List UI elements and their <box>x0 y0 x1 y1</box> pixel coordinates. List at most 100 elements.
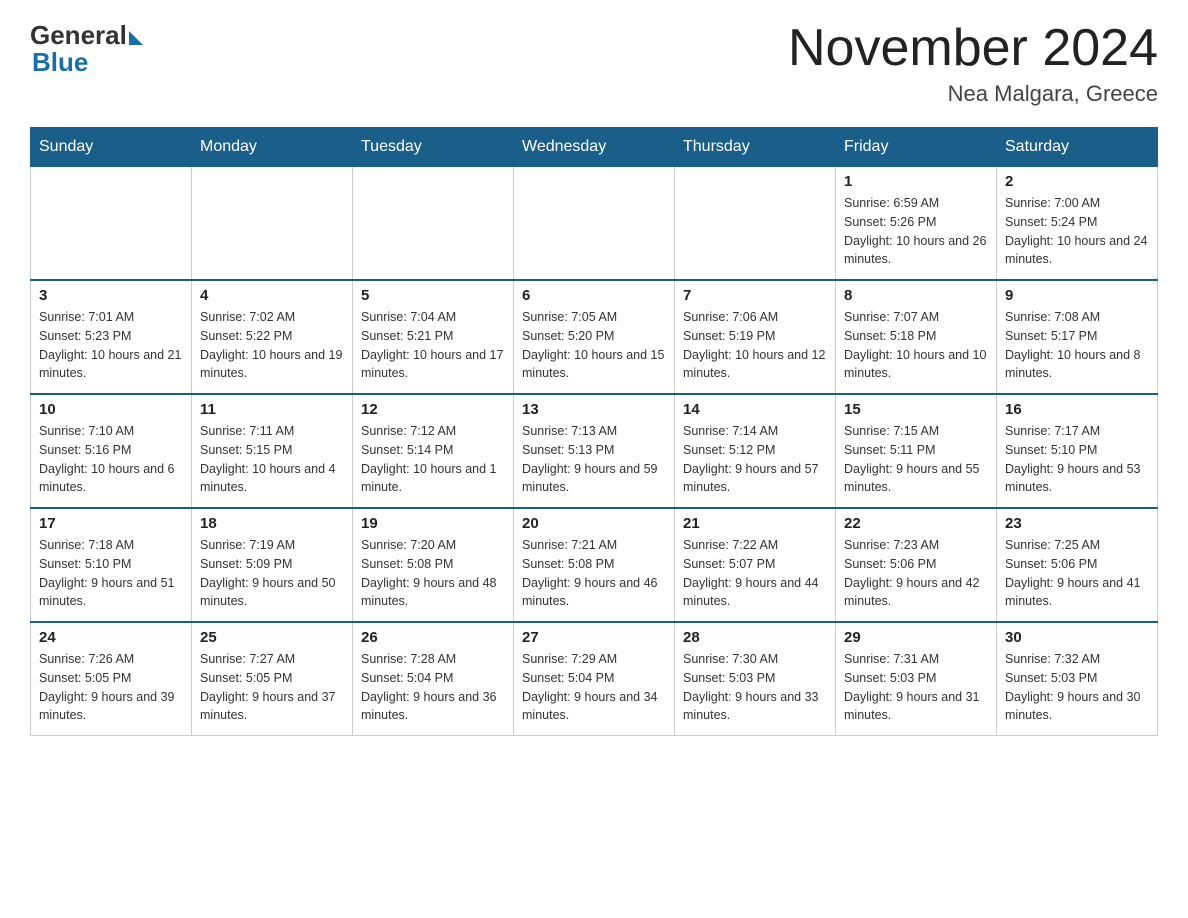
calendar-cell <box>31 167 192 281</box>
logo-arrow-icon <box>129 31 143 45</box>
day-number: 8 <box>844 287 988 304</box>
calendar-cell: 13 Sunrise: 7:13 AMSunset: 5:13 PMDayligh… <box>514 394 675 508</box>
calendar-header-row: SundayMondayTuesdayWednesdayThursdayFrid… <box>31 128 1158 167</box>
calendar-cell: 17 Sunrise: 7:18 AMSunset: 5:10 PMDayligh… <box>31 508 192 622</box>
calendar-cell <box>514 167 675 281</box>
day-info: Sunrise: 7:04 AMSunset: 5:21 PMDaylight:… <box>361 308 505 383</box>
calendar-cell: 5 Sunrise: 7:04 AMSunset: 5:21 PMDaylight… <box>353 280 514 394</box>
day-number: 7 <box>683 287 827 304</box>
day-number: 4 <box>200 287 344 304</box>
day-number: 9 <box>1005 287 1149 304</box>
day-info: Sunrise: 7:10 AMSunset: 5:16 PMDaylight:… <box>39 422 183 497</box>
day-number: 29 <box>844 629 988 646</box>
calendar-cell: 8 Sunrise: 7:07 AMSunset: 5:18 PMDaylight… <box>836 280 997 394</box>
day-info: Sunrise: 6:59 AMSunset: 5:26 PMDaylight:… <box>844 194 988 269</box>
calendar-cell: 18Sunrise: 7:19 AMSunset: 5:09 PMDayligh… <box>192 508 353 622</box>
month-title: November 2024 <box>788 20 1158 77</box>
calendar-cell: 1 Sunrise: 6:59 AMSunset: 5:26 PMDaylight… <box>836 167 997 281</box>
logo-blue-text: Blue <box>30 47 88 78</box>
day-number: 20 <box>522 515 666 532</box>
day-number: 19 <box>361 515 505 532</box>
day-number: 17 <box>39 515 183 532</box>
day-header-friday: Friday <box>836 128 997 167</box>
calendar-table: SundayMondayTuesdayWednesdayThursdayFrid… <box>30 127 1158 736</box>
calendar-cell: 30 Sunrise: 7:32 AMSunset: 5:03 PMDayligh… <box>997 622 1158 736</box>
calendar-cell: 20 Sunrise: 7:21 AMSunset: 5:08 PMDayligh… <box>514 508 675 622</box>
day-info: Sunrise: 7:28 AMSunset: 5:04 PMDaylight:… <box>361 650 505 725</box>
day-info: Sunrise: 7:12 AMSunset: 5:14 PMDaylight:… <box>361 422 505 497</box>
day-info: Sunrise: 7:13 AMSunset: 5:13 PMDaylight:… <box>522 422 666 497</box>
day-number: 14 <box>683 401 827 418</box>
calendar-cell: 24 Sunrise: 7:26 AMSunset: 5:05 PMDayligh… <box>31 622 192 736</box>
calendar-cell: 2 Sunrise: 7:00 AMSunset: 5:24 PMDaylight… <box>997 167 1158 281</box>
calendar-cell <box>353 167 514 281</box>
day-number: 3 <box>39 287 183 304</box>
day-number: 22 <box>844 515 988 532</box>
calendar-cell: 25Sunrise: 7:27 AMSunset: 5:05 PMDayligh… <box>192 622 353 736</box>
calendar-cell: 11 Sunrise: 7:11 AMSunset: 5:15 PMDayligh… <box>192 394 353 508</box>
day-info: Sunrise: 7:15 AMSunset: 5:11 PMDaylight:… <box>844 422 988 497</box>
logo: General Blue <box>30 20 143 78</box>
calendar-cell: 14 Sunrise: 7:14 AMSunset: 5:12 PMDayligh… <box>675 394 836 508</box>
day-info: Sunrise: 7:26 AMSunset: 5:05 PMDaylight:… <box>39 650 183 725</box>
calendar-cell: 21Sunrise: 7:22 AMSunset: 5:07 PMDayligh… <box>675 508 836 622</box>
day-number: 2 <box>1005 173 1149 190</box>
day-info: Sunrise: 7:00 AMSunset: 5:24 PMDaylight:… <box>1005 194 1149 269</box>
calendar-cell: 3 Sunrise: 7:01 AMSunset: 5:23 PMDaylight… <box>31 280 192 394</box>
day-info: Sunrise: 7:07 AMSunset: 5:18 PMDaylight:… <box>844 308 988 383</box>
day-info: Sunrise: 7:20 AMSunset: 5:08 PMDaylight:… <box>361 536 505 611</box>
calendar-cell: 28Sunrise: 7:30 AMSunset: 5:03 PMDayligh… <box>675 622 836 736</box>
day-info: Sunrise: 7:29 AMSunset: 5:04 PMDaylight:… <box>522 650 666 725</box>
calendar-cell: 16 Sunrise: 7:17 AMSunset: 5:10 PMDayligh… <box>997 394 1158 508</box>
day-header-tuesday: Tuesday <box>353 128 514 167</box>
calendar-cell <box>675 167 836 281</box>
calendar-cell: 29 Sunrise: 7:31 AMSunset: 5:03 PMDayligh… <box>836 622 997 736</box>
calendar-cell: 6Sunrise: 7:05 AMSunset: 5:20 PMDaylight… <box>514 280 675 394</box>
day-number: 5 <box>361 287 505 304</box>
day-number: 6 <box>522 287 666 304</box>
day-header-monday: Monday <box>192 128 353 167</box>
calendar-cell: 19 Sunrise: 7:20 AMSunset: 5:08 PMDayligh… <box>353 508 514 622</box>
day-number: 13 <box>522 401 666 418</box>
day-info: Sunrise: 7:19 AMSunset: 5:09 PMDaylight:… <box>200 536 344 611</box>
location: Nea Malgara, Greece <box>788 81 1158 107</box>
calendar-cell: 23 Sunrise: 7:25 AMSunset: 5:06 PMDayligh… <box>997 508 1158 622</box>
calendar-cell <box>192 167 353 281</box>
day-info: Sunrise: 7:21 AMSunset: 5:08 PMDaylight:… <box>522 536 666 611</box>
day-number: 30 <box>1005 629 1149 646</box>
day-info: Sunrise: 7:17 AMSunset: 5:10 PMDaylight:… <box>1005 422 1149 497</box>
day-number: 11 <box>200 401 344 418</box>
day-info: Sunrise: 7:14 AMSunset: 5:12 PMDaylight:… <box>683 422 827 497</box>
calendar-cell: 10 Sunrise: 7:10 AMSunset: 5:16 PMDayligh… <box>31 394 192 508</box>
day-info: Sunrise: 7:11 AMSunset: 5:15 PMDaylight:… <box>200 422 344 497</box>
calendar-week-3: 10 Sunrise: 7:10 AMSunset: 5:16 PMDayligh… <box>31 394 1158 508</box>
calendar-cell: 22 Sunrise: 7:23 AMSunset: 5:06 PMDayligh… <box>836 508 997 622</box>
calendar-week-5: 24 Sunrise: 7:26 AMSunset: 5:05 PMDayligh… <box>31 622 1158 736</box>
day-number: 15 <box>844 401 988 418</box>
day-number: 1 <box>844 173 988 190</box>
day-number: 27 <box>522 629 666 646</box>
calendar-cell: 4 Sunrise: 7:02 AMSunset: 5:22 PMDaylight… <box>192 280 353 394</box>
day-info: Sunrise: 7:01 AMSunset: 5:23 PMDaylight:… <box>39 308 183 383</box>
day-header-thursday: Thursday <box>675 128 836 167</box>
day-info: Sunrise: 7:23 AMSunset: 5:06 PMDaylight:… <box>844 536 988 611</box>
day-info: Sunrise: 7:32 AMSunset: 5:03 PMDaylight:… <box>1005 650 1149 725</box>
day-info: Sunrise: 7:30 AMSunset: 5:03 PMDaylight:… <box>683 650 827 725</box>
day-info: Sunrise: 7:02 AMSunset: 5:22 PMDaylight:… <box>200 308 344 383</box>
day-info: Sunrise: 7:31 AMSunset: 5:03 PMDaylight:… <box>844 650 988 725</box>
day-info: Sunrise: 7:18 AMSunset: 5:10 PMDaylight:… <box>39 536 183 611</box>
day-number: 24 <box>39 629 183 646</box>
day-number: 23 <box>1005 515 1149 532</box>
day-number: 10 <box>39 401 183 418</box>
calendar-week-2: 3 Sunrise: 7:01 AMSunset: 5:23 PMDaylight… <box>31 280 1158 394</box>
day-number: 16 <box>1005 401 1149 418</box>
day-info: Sunrise: 7:25 AMSunset: 5:06 PMDaylight:… <box>1005 536 1149 611</box>
day-header-saturday: Saturday <box>997 128 1158 167</box>
calendar-week-4: 17 Sunrise: 7:18 AMSunset: 5:10 PMDayligh… <box>31 508 1158 622</box>
calendar-cell: 27 Sunrise: 7:29 AMSunset: 5:04 PMDayligh… <box>514 622 675 736</box>
calendar-cell: 9 Sunrise: 7:08 AMSunset: 5:17 PMDaylight… <box>997 280 1158 394</box>
page-header: General Blue November 2024 Nea Malgara, … <box>30 20 1158 107</box>
calendar-cell: 15 Sunrise: 7:15 AMSunset: 5:11 PMDayligh… <box>836 394 997 508</box>
day-info: Sunrise: 7:08 AMSunset: 5:17 PMDaylight:… <box>1005 308 1149 383</box>
day-info: Sunrise: 7:22 AMSunset: 5:07 PMDaylight:… <box>683 536 827 611</box>
